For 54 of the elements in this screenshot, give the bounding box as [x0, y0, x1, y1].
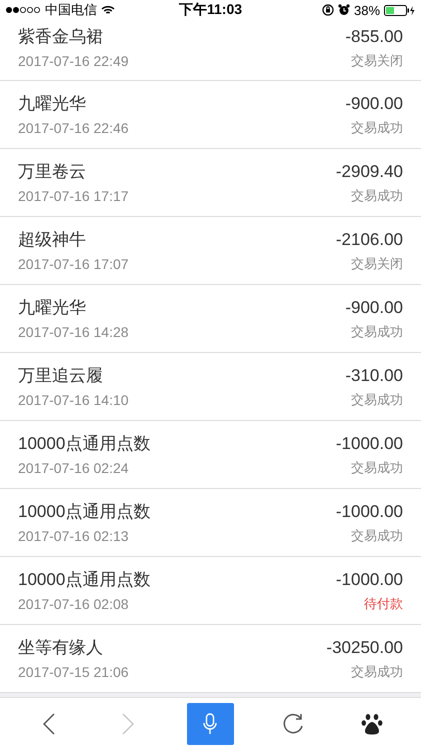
order-title: 超级神牛 [18, 229, 87, 251]
order-date: 2017-07-16 14:10 [18, 391, 129, 410]
order-title: 九曜光华 [18, 297, 87, 319]
order-title: 紫香金乌裙 [18, 26, 104, 48]
order-status: 交易成功 [351, 323, 403, 341]
order-status: 交易成功 [351, 119, 403, 137]
order-title: 坐等有缘人 [18, 637, 104, 659]
order-status: 交易关闭 [351, 52, 403, 70]
order-title: 10000点通用点数 [18, 433, 150, 455]
order-status: 交易关闭 [351, 255, 403, 273]
order-date: 2017-07-16 02:08 [18, 595, 130, 614]
order-title: 10000点通用点数 [18, 569, 150, 591]
order-date: 2017-07-16 02:24 [18, 459, 130, 478]
refresh-icon [282, 713, 304, 735]
battery-charging-icon [384, 4, 416, 16]
microphone-icon [203, 713, 218, 735]
order-status: 交易成功 [351, 187, 403, 205]
order-amount: -30250.00 [326, 637, 403, 659]
order-title: 10000点通用点数 [18, 501, 150, 523]
order-amount: -310.00 [345, 365, 403, 387]
order-status: 待付款 [364, 595, 403, 613]
order-amount: -1000.00 [336, 569, 403, 591]
chevron-right-icon [122, 713, 134, 735]
clock-time: 下午11:03 [178, 1, 242, 19]
alarm-icon [338, 4, 350, 16]
order-date: 2017-07-16 22:49 [18, 52, 129, 71]
order-title: 万里追云履 [18, 365, 104, 387]
voice-button[interactable] [186, 703, 234, 745]
order-date: 2017-07-16 17:07 [18, 255, 129, 274]
order-date: 2017-07-16 14:28 [18, 323, 129, 342]
order-amount: -1000.00 [336, 433, 403, 455]
order-status: 交易成功 [351, 459, 403, 477]
signal-icon [5, 6, 41, 14]
order-amount: -900.00 [345, 93, 403, 115]
order-amount: -855.00 [345, 26, 403, 48]
order-date: 2017-07-15 21:06 [18, 663, 129, 682]
order-status: 交易成功 [351, 663, 403, 681]
order-amount: -1000.00 [336, 501, 403, 523]
order-status: 交易成功 [351, 527, 403, 545]
order-date: 2017-07-16 17:17 [18, 187, 129, 206]
order-date: 2017-07-16 22:46 [18, 119, 129, 138]
order-status: 交易成功 [351, 391, 403, 409]
order-title: 九曜光华 [18, 93, 87, 115]
wifi-icon [101, 5, 115, 15]
rotation-lock-icon [322, 4, 334, 16]
order-amount: -900.00 [345, 297, 403, 319]
carrier-name: 中国电信 [45, 1, 97, 19]
order-amount: -2909.40 [336, 161, 403, 183]
order-amount: -2106.00 [336, 229, 403, 251]
battery-percent: 38% [354, 2, 380, 18]
paw-icon [360, 713, 383, 735]
order-title: 万里卷云 [18, 161, 87, 183]
chevron-left-icon [43, 713, 56, 735]
order-date: 2017-07-16 02:13 [18, 527, 130, 546]
